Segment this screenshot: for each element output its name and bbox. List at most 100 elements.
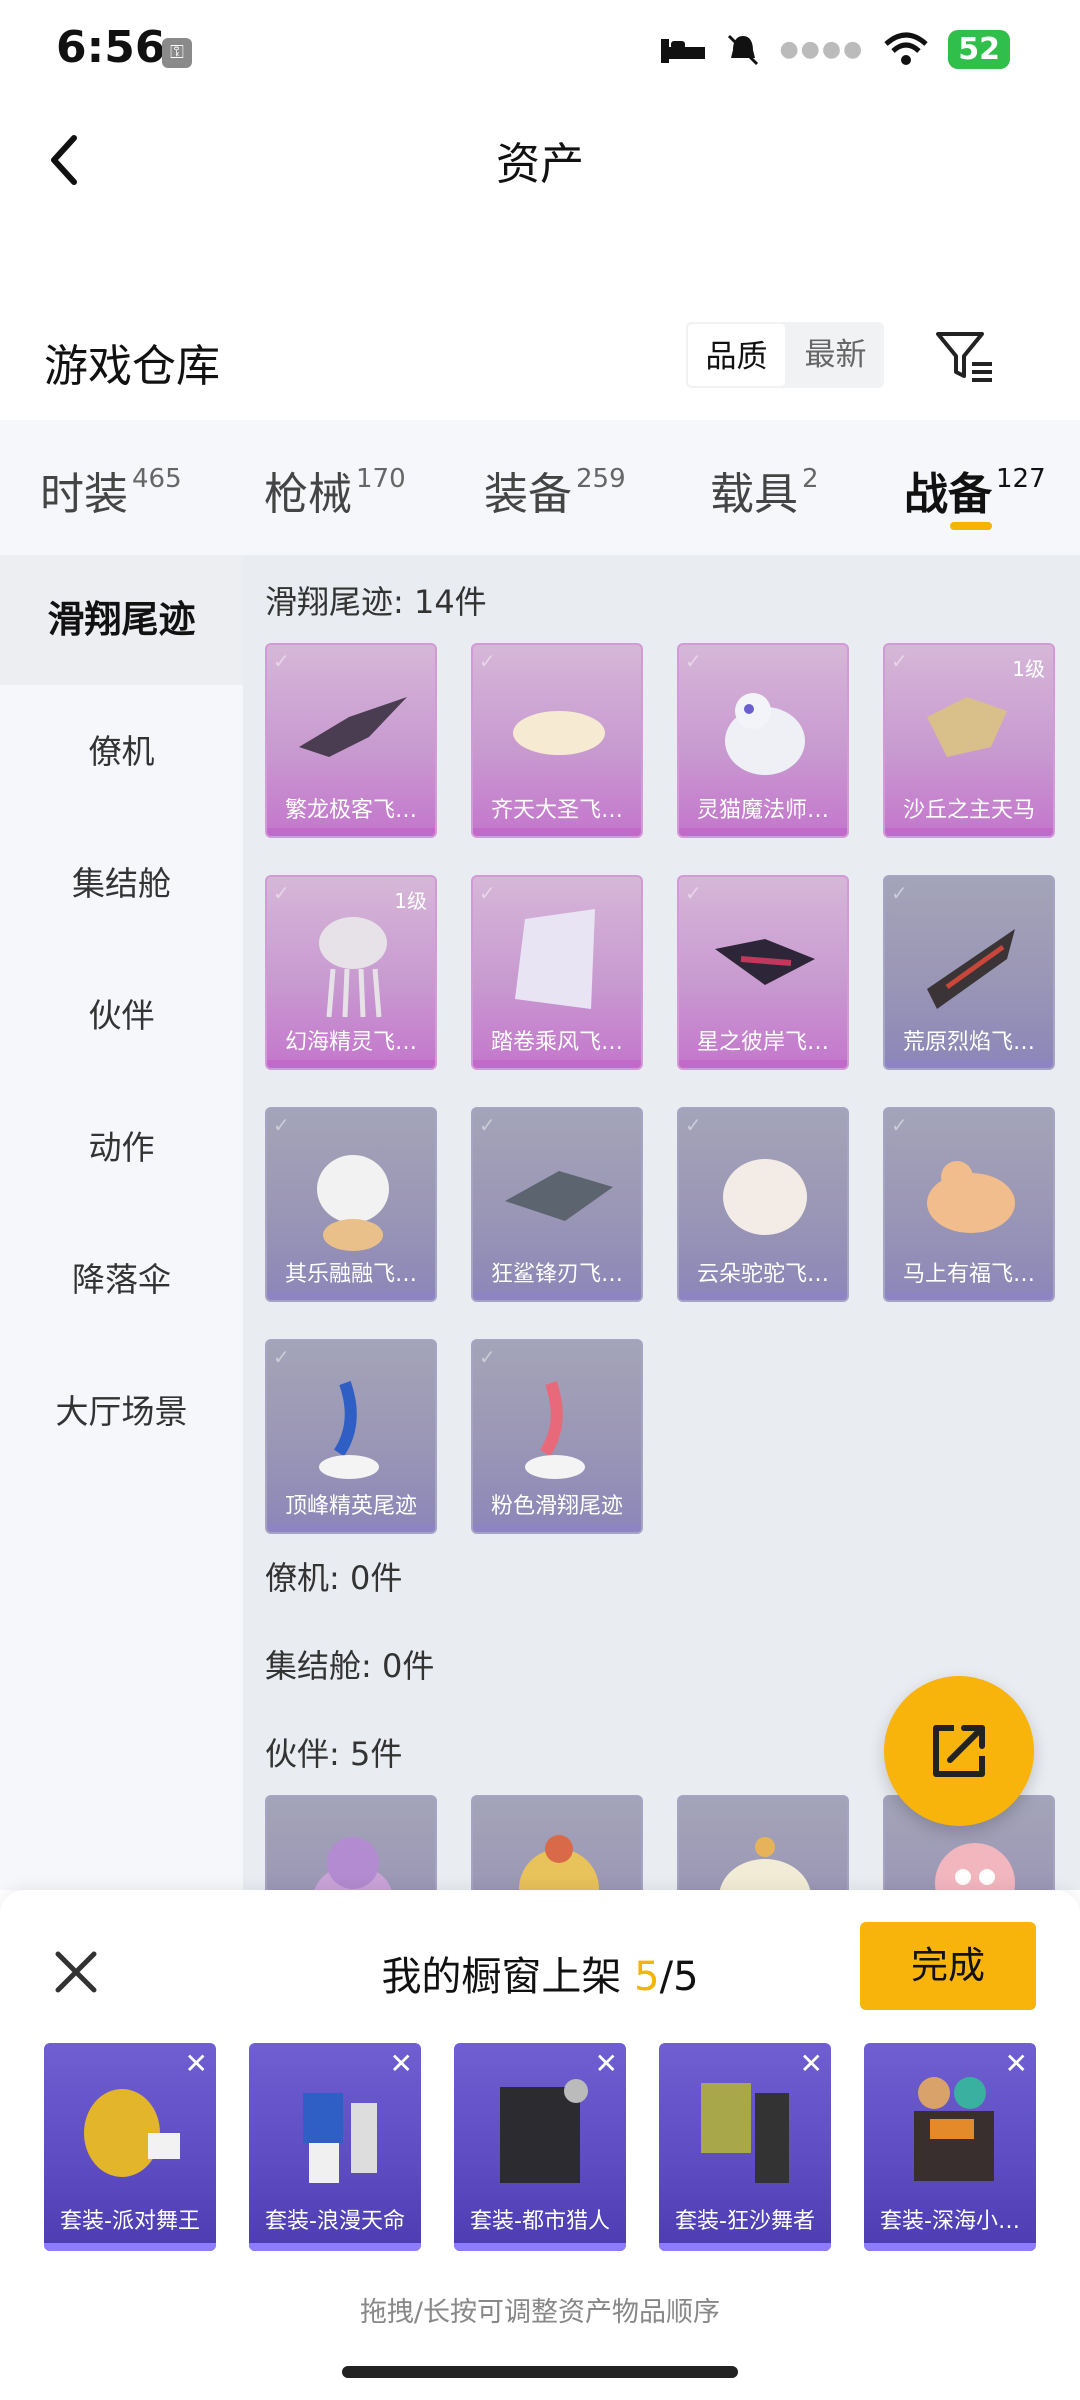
select-check-icon[interactable]: ✓ [273, 1345, 290, 1369]
sidebar-item-wingman[interactable]: 僚机 [0, 687, 243, 817]
item-art-icon [515, 909, 595, 1009]
select-check-icon[interactable]: ✓ [479, 649, 496, 673]
section-rally-pod: 集结舱: 0件 [265, 1647, 435, 1685]
select-check-icon[interactable]: ✓ [685, 881, 702, 905]
item-card[interactable]: ✓ 1级幻海精灵飞… [265, 875, 437, 1070]
item-art-icon [927, 697, 1007, 757]
item-card[interactable]: ✓ 齐天大圣飞… [471, 643, 643, 838]
item-card[interactable]: ✓ 繁龙极客飞… [265, 643, 437, 838]
item-name: 其乐融融飞… [284, 1262, 417, 1287]
item-level: 1级 [394, 889, 427, 913]
select-check-icon[interactable]: ✓ [273, 649, 290, 673]
bed-icon [661, 38, 706, 63]
partner-card[interactable] [677, 1795, 849, 1890]
active-tab-indicator [950, 522, 992, 530]
select-check-icon[interactable]: ✓ [273, 881, 290, 905]
rarity-bar [267, 1524, 435, 1532]
item-art-icon [927, 929, 1015, 1009]
sidebar-item-partner[interactable]: 伙伴 [0, 951, 243, 1081]
sidebar-item-glide-trail[interactable]: 滑翔尾迹 [0, 555, 243, 685]
mute-bell-icon [728, 34, 759, 65]
select-check-icon[interactable]: ✓ [891, 1113, 908, 1137]
sidebar-item-lobby-scene[interactable]: 大厅场景 [0, 1347, 243, 1477]
rarity-bar [473, 1292, 641, 1300]
sidebar-item-emote[interactable]: 动作 [0, 1083, 243, 1213]
diver-outfit-icon [914, 2077, 994, 2181]
tab-combat-gear[interactable]: 战备 127 [904, 458, 1046, 522]
item-name: 灵猫魔法师… [696, 798, 829, 823]
item-card[interactable]: ✓ 踏卷乘风飞… [471, 875, 643, 1070]
select-check-icon[interactable]: ✓ [273, 1113, 290, 1137]
home-indicator[interactable] [342, 2366, 738, 2378]
item-art-icon [723, 1159, 807, 1235]
rarity-bar [885, 1060, 1053, 1068]
item-card[interactable]: ✓ 粉色滑翔尾迹 [471, 1339, 643, 1534]
item-art-icon [505, 1171, 613, 1221]
item-card[interactable]: ✓ 灵猫魔法师… [677, 643, 849, 838]
item-name: 齐天大圣飞… [490, 798, 623, 823]
pink-creature-icon [935, 1843, 1015, 1890]
item-name: 沙丘之主天马 [902, 798, 1035, 823]
share-button[interactable] [884, 1676, 1034, 1826]
select-check-icon[interactable]: ✓ [685, 649, 702, 673]
select-check-icon[interactable]: ✓ [685, 1113, 702, 1137]
sidebar-item-rally-pod[interactable]: 集结舱 [0, 819, 243, 949]
item-card[interactable]: ✓ 云朵驼驼飞… [677, 1107, 849, 1302]
item-name: 顶峰精英尾迹 [284, 1494, 417, 1519]
blue-outfit-icon [303, 2093, 377, 2183]
tab-vehicles[interactable]: 载具 2 [710, 458, 819, 522]
reorder-hint: 拖拽/长按可调整资产物品顺序 [359, 2297, 721, 2328]
tab-equipment[interactable]: 装备 259 [484, 458, 626, 522]
rarity-bar [267, 1292, 435, 1300]
status-time: 6:56 [56, 22, 166, 73]
rarity-bar [473, 1060, 641, 1068]
rarity-bar [885, 1292, 1053, 1300]
warehouse-row: 游戏仓库 品质 最新 [0, 300, 1080, 410]
header: 资产 [0, 100, 1080, 220]
sort-newest-option[interactable]: 最新 [787, 322, 884, 388]
item-card[interactable]: ✓ 狂鲨锋刃飞… [471, 1107, 643, 1302]
shelf-item[interactable]: ✕ 套装-浪漫天命 [249, 2043, 421, 2251]
signal-dots-icon: ●●●● [779, 37, 865, 62]
battery-icon: 52 [948, 30, 1010, 69]
tab-firearms[interactable]: 枪械 170 [264, 458, 406, 522]
select-check-icon[interactable]: ✓ [891, 881, 908, 905]
rarity-bar [267, 828, 435, 836]
item-card[interactable]: ✓ 其乐融融飞… [265, 1107, 437, 1302]
item-art-icon [513, 711, 605, 755]
tab-fashion[interactable]: 时装 465 [40, 458, 182, 522]
item-card[interactable]: ✓ 1级 沙丘之主天马 [883, 643, 1055, 838]
partner-card[interactable] [471, 1795, 643, 1890]
rarity-bar [473, 828, 641, 836]
shelf-item[interactable]: ✕ 套装-派对舞王 [44, 2043, 216, 2251]
item-card[interactable]: ✓ 马上有福飞… [883, 1107, 1055, 1302]
partner-card[interactable] [265, 1795, 437, 1890]
item-art-icon [927, 1161, 1015, 1233]
item-card[interactable]: ✓ 荒原烈焰飞… [883, 875, 1055, 1070]
item-name: 幻海精灵飞… [284, 1030, 417, 1055]
status-icons: ●●●● 52 [659, 30, 1010, 69]
rarity-bar [679, 1060, 847, 1068]
item-card[interactable]: ✓ 星之彼岸飞… [677, 875, 849, 1070]
shelf-item[interactable]: ✕ 套装-深海小… [864, 2043, 1036, 2251]
select-check-icon[interactable]: ✓ [479, 1113, 496, 1137]
select-check-icon[interactable]: ✓ [479, 1345, 496, 1369]
category-tabs: 时装 465 枪械 170 装备 259 载具 2 战备 127 [0, 420, 1080, 555]
key-icon: ⚿ [162, 38, 192, 68]
item-art-icon [725, 693, 805, 775]
item-card[interactable]: ✓ 顶峰精英尾迹 [265, 1339, 437, 1534]
shelf-item[interactable]: ✕ 套装-狂沙舞者 [659, 2043, 831, 2251]
done-button[interactable]: 完成 [860, 1922, 1036, 2010]
warehouse-title: 游戏仓库 [44, 341, 220, 392]
section-partner: 伙伴: 5件 [265, 1735, 403, 1773]
filter-icon[interactable] [930, 320, 1000, 390]
sort-quality-option[interactable]: 品质 [686, 322, 787, 388]
select-check-icon[interactable]: ✓ [479, 881, 496, 905]
item-art-icon [317, 1155, 389, 1251]
item-name: 踏卷乘风飞… [490, 1030, 623, 1055]
sidebar-item-parachute[interactable]: 降落伞 [0, 1215, 243, 1345]
showcase-panel: 我的橱窗上架 5/5 完成 ✕ 套装-派对舞王 ✕ 套装-浪漫天命 ✕ 套装-都… [0, 1890, 1080, 2400]
shelf-item[interactable]: ✕ 套装-都市猎人 [454, 2043, 626, 2251]
select-check-icon[interactable]: ✓ [891, 649, 908, 673]
wifi-icon [884, 32, 928, 65]
